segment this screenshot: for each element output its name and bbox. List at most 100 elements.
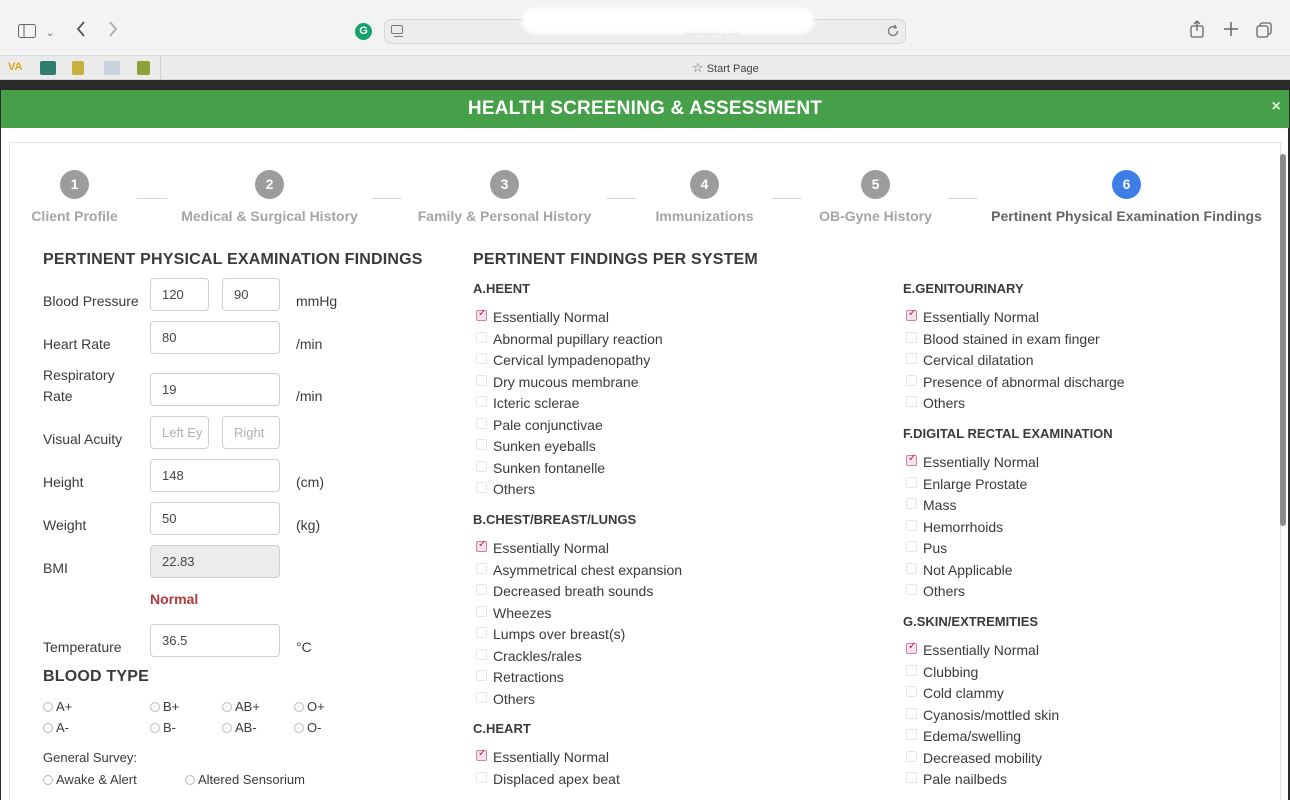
bookmark-doc-icon[interactable] [104, 61, 120, 75]
checkbox-icon[interactable] [476, 670, 487, 681]
skin-finding-item[interactable]: Edema/swelling [906, 728, 1021, 744]
checkbox-icon[interactable] [476, 584, 487, 595]
genitourinary-finding-item[interactable]: Blood stained in exam finger [906, 331, 1100, 347]
sidebar-toggle-icon[interactable] [18, 22, 36, 42]
checkbox-icon[interactable] [906, 686, 917, 697]
rectal-finding-item[interactable]: Enlarge Prostate [906, 476, 1027, 492]
weight-input[interactable]: 50 [150, 502, 280, 535]
start-page-link[interactable]: ☆ Start Page [692, 60, 759, 76]
checkbox-icon[interactable] [476, 417, 487, 429]
rectal-finding-item[interactable]: Mass [906, 497, 956, 513]
skin-finding-item[interactable]: Cyanosis/mottled skin [906, 707, 1059, 723]
respiratory-rate-input[interactable]: 19 [150, 373, 280, 406]
checkbox-icon[interactable] [476, 353, 487, 364]
checkbox-icon[interactable] [476, 331, 487, 343]
chest-finding-item[interactable]: Lumps over breast(s) [476, 626, 625, 642]
rectal-finding-item[interactable]: Not Applicable [906, 562, 1013, 578]
genitourinary-finding-item[interactable]: Cervical dilatation [906, 352, 1034, 368]
temperature-input[interactable]: 36.5 [150, 624, 280, 657]
skin-finding-item[interactable]: Cold clammy [906, 685, 1004, 701]
checkbox-icon[interactable] [906, 519, 917, 531]
heent-finding-item[interactable]: Sunken eyeballs [476, 438, 596, 454]
chest-finding-item[interactable]: Decreased breath sounds [476, 583, 653, 599]
new-tab-icon[interactable] [1223, 21, 1239, 41]
skin-finding-item[interactable]: Essentially Normal [906, 641, 1039, 658]
heent-finding-item[interactable]: Icteric sclerae [476, 395, 579, 411]
checkbox-icon[interactable] [476, 439, 487, 450]
rectal-finding-item[interactable]: Pus [906, 540, 947, 556]
heart-rate-input[interactable]: 80 [150, 321, 280, 354]
heent-finding-item[interactable]: Others [476, 481, 535, 497]
checkbox-icon[interactable] [906, 331, 917, 343]
checkbox-icon[interactable] [906, 453, 917, 466]
checkbox-icon[interactable] [476, 648, 487, 660]
checkbox-icon[interactable] [906, 541, 917, 552]
checkbox-icon[interactable] [476, 691, 487, 703]
forward-icon[interactable] [108, 21, 118, 41]
page-settings-icon[interactable] [391, 25, 405, 43]
checkbox-icon[interactable] [906, 353, 917, 364]
share-icon[interactable] [1189, 20, 1205, 42]
genitourinary-finding-item[interactable]: Presence of abnormal discharge [906, 374, 1125, 390]
systolic-input[interactable]: 120 [150, 278, 209, 311]
checkbox-icon[interactable] [906, 374, 917, 386]
checkbox-icon[interactable] [906, 308, 917, 321]
bookmark-map-icon[interactable] [40, 61, 56, 75]
checkbox-icon[interactable] [476, 396, 487, 407]
visual-acuity-right-input[interactable]: Right [222, 416, 280, 449]
checkbox-icon[interactable] [906, 498, 917, 509]
chest-finding-item[interactable]: Essentially Normal [476, 539, 609, 556]
checkbox-icon[interactable] [476, 627, 487, 638]
step-physical-examination[interactable]: 6 Pertinent Physical Examination Finding… [991, 170, 1262, 224]
checkbox-icon[interactable] [906, 707, 917, 719]
bookmark-bottle-icon[interactable] [72, 61, 84, 75]
step-ob-gyne-history[interactable]: 5 OB-Gyne History [819, 170, 932, 224]
chest-finding-item[interactable]: Others [476, 691, 535, 707]
chevron-down-icon[interactable]: ⌄ [46, 24, 54, 44]
scrollbar-thumb[interactable] [1280, 154, 1286, 526]
general-survey-altered-sensorium[interactable]: Altered Sensorium [185, 772, 305, 787]
chest-finding-item[interactable]: Crackles/rales [476, 648, 582, 664]
checkbox-icon[interactable] [906, 396, 917, 407]
blood-type-ab-negative[interactable]: AB- [222, 720, 257, 735]
checkbox-icon[interactable] [906, 664, 917, 676]
blood-type-ab-positive[interactable]: AB+ [222, 699, 260, 714]
heent-finding-item[interactable]: Dry mucous membrane [476, 374, 639, 390]
chest-finding-item[interactable]: Asymmetrical chest expansion [476, 562, 682, 578]
rectal-finding-item[interactable]: Hemorrhoids [906, 519, 1003, 535]
checkbox-icon[interactable] [476, 460, 487, 472]
skin-finding-item[interactable]: Pale nailbeds [906, 771, 1007, 787]
checkbox-icon[interactable] [476, 562, 487, 574]
close-icon[interactable]: × [1271, 90, 1281, 124]
checkbox-icon[interactable] [476, 539, 487, 552]
checkbox-icon[interactable] [906, 641, 917, 654]
checkbox-icon[interactable] [906, 584, 917, 595]
checkbox-icon[interactable] [476, 482, 487, 493]
blood-type-o-positive[interactable]: O+ [294, 699, 325, 714]
blood-type-b-negative[interactable]: B- [150, 720, 176, 735]
checkbox-icon[interactable] [906, 772, 917, 783]
step-family-personal-history[interactable]: 3 Family & Personal History [418, 170, 591, 224]
genitourinary-finding-item[interactable]: Essentially Normal [906, 308, 1039, 325]
blood-type-o-negative[interactable]: O- [294, 720, 321, 735]
general-survey-awake-alert[interactable]: Awake & Alert [43, 772, 137, 787]
tab-overview-icon[interactable] [1256, 22, 1272, 42]
heent-finding-item[interactable]: Cervical lympadenopathy [476, 352, 650, 368]
checkbox-icon[interactable] [906, 476, 917, 488]
blood-type-a-positive[interactable]: A+ [43, 699, 72, 714]
heent-finding-item[interactable]: Pale conjunctivae [476, 417, 603, 433]
checkbox-icon[interactable] [476, 374, 487, 386]
grammarly-icon[interactable]: G [355, 23, 372, 40]
chest-finding-item[interactable]: Wheezes [476, 605, 551, 621]
heent-finding-item[interactable]: Abnormal pupillary reaction [476, 331, 663, 347]
bookmark-folder-icon[interactable] [137, 61, 150, 75]
heent-finding-item[interactable]: Sunken fontanelle [476, 460, 605, 476]
chest-finding-item[interactable]: Retractions [476, 669, 564, 685]
skin-finding-item[interactable]: Clubbing [906, 664, 978, 680]
heart-finding-item[interactable]: Essentially Normal [476, 748, 609, 765]
checkbox-icon[interactable] [906, 729, 917, 740]
visual-acuity-left-input[interactable]: Left Ey [150, 416, 209, 449]
checkbox-icon[interactable] [476, 605, 487, 617]
checkbox-icon[interactable] [476, 771, 487, 783]
step-immunizations[interactable]: 4 Immunizations [655, 170, 754, 224]
